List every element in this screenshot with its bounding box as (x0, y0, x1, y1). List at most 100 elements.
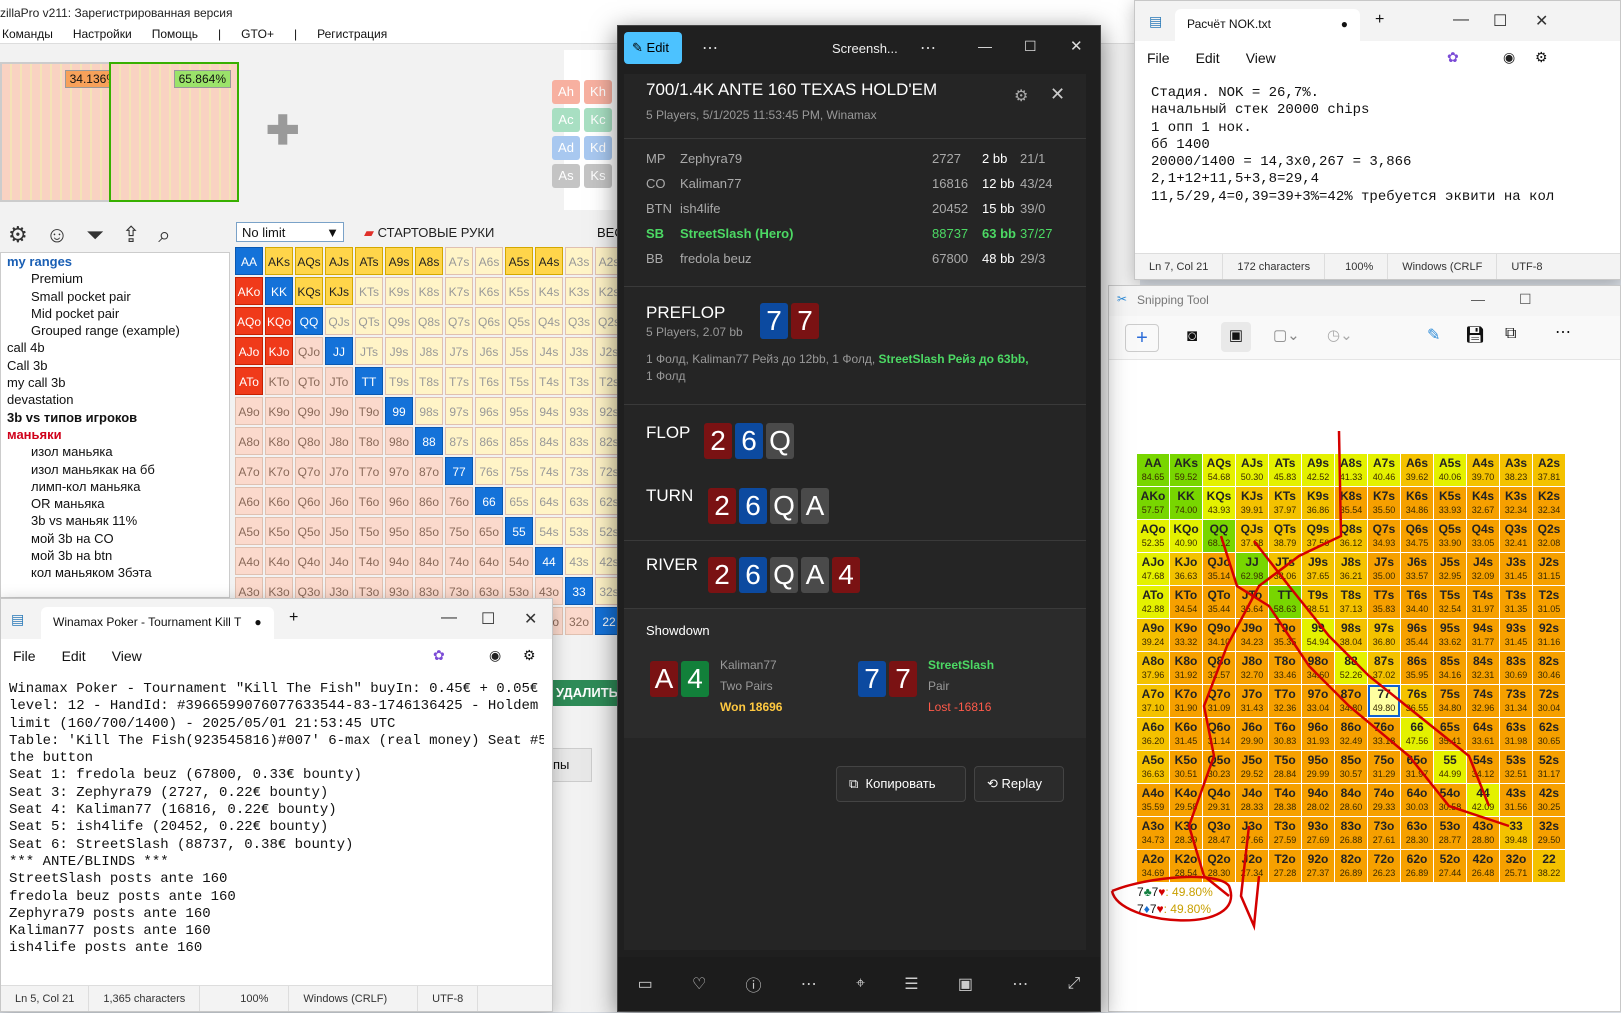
hand-cell[interactable]: QJs (325, 307, 353, 335)
tree-item[interactable]: Small pocket pair (1, 288, 229, 305)
tree-item[interactable]: 3b vs типов игроков (1, 409, 229, 426)
account-icon[interactable]: ◉ (489, 647, 501, 664)
hand-cell[interactable]: ATo (235, 367, 263, 395)
hand-cell[interactable]: A8o (235, 427, 263, 455)
hand-cell[interactable]: 76s (475, 457, 503, 485)
hand-cell[interactable]: J4o (325, 547, 353, 575)
tree-item[interactable]: Call 3b (1, 357, 229, 374)
hand-cell[interactable]: Q8s (415, 307, 443, 335)
hand-cell[interactable]: 95o (385, 517, 413, 545)
hand-cell[interactable]: Q5o (295, 517, 323, 545)
tree-item[interactable]: мой 3b на btn (1, 547, 229, 564)
close-icon[interactable]: ✕ (524, 609, 537, 629)
hand-cell[interactable]: 75s (505, 457, 533, 485)
hand-cell[interactable]: A4o (235, 547, 263, 575)
hand-cell[interactable]: J4s (535, 337, 563, 365)
hand-cell[interactable]: K5s (505, 277, 533, 305)
menu-item[interactable]: Команды (2, 27, 53, 43)
hand-cell[interactable]: K7o (265, 457, 293, 485)
hand-cell[interactable]: J5s (505, 337, 533, 365)
hand-cell[interactable]: KJo (265, 337, 293, 365)
hand-cell[interactable]: J6s (475, 337, 503, 365)
hand-cell[interactable]: 84s (535, 427, 563, 455)
hand-cell[interactable]: 87o (415, 457, 443, 485)
hand-cell[interactable]: T4o (355, 547, 383, 575)
secondary-button[interactable]: пы (552, 748, 592, 782)
hand-cell[interactable]: K8o (265, 427, 293, 455)
hand-cell[interactable]: A9s (385, 247, 413, 275)
hand-cell[interactable]: 65o (475, 517, 503, 545)
more-icon[interactable]: ⋯ (920, 38, 936, 58)
hand-cell[interactable]: Q7o (295, 457, 323, 485)
hand-cell[interactable]: 53s (565, 517, 593, 545)
hand-cell[interactable]: A5s (505, 247, 533, 275)
hand-cell[interactable]: J6o (325, 487, 353, 515)
hand-cell[interactable]: K8s (415, 277, 443, 305)
tree-item[interactable]: 3b vs маньяк 11% (1, 512, 229, 529)
hand-cell[interactable]: AQo (235, 307, 263, 335)
hand-cell[interactable]: K5o (265, 517, 293, 545)
menu-item[interactable]: Помощь (152, 27, 198, 43)
hand-cell[interactable]: K6o (265, 487, 293, 515)
new-tab-icon[interactable]: + (1375, 11, 1384, 29)
hand-cell[interactable]: T8o (355, 427, 383, 455)
hand-cell[interactable]: J5o (325, 517, 353, 545)
hand-cell[interactable]: QTo (295, 367, 323, 395)
hand-cell[interactable]: T3s (565, 367, 593, 395)
hand-cell[interactable]: Q9o (295, 397, 323, 425)
hand-cell[interactable]: 64o (475, 547, 503, 575)
hand-cell[interactable]: K6s (475, 277, 503, 305)
menu-item[interactable]: Регистрация (317, 27, 387, 43)
minimize-icon[interactable]: — (1453, 11, 1469, 29)
copy-button[interactable]: ⧉ Копировать (836, 766, 966, 802)
hand-cell[interactable]: T6s (475, 367, 503, 395)
copilot-icon[interactable]: ✿ (433, 647, 445, 664)
hand-cell[interactable]: 75o (445, 517, 473, 545)
hand-cell[interactable]: K4s (535, 277, 563, 305)
account-icon[interactable]: ◉ (1503, 49, 1515, 66)
hand-cell[interactable]: QQ (295, 307, 323, 335)
hand-cell[interactable]: T7o (355, 457, 383, 485)
close-icon[interactable]: ✕ (1050, 84, 1065, 105)
hand-cell[interactable]: Q7s (445, 307, 473, 335)
hand-cell[interactable]: 66 (475, 487, 503, 515)
limit-select[interactable]: No limit ▼ (236, 222, 344, 242)
hand-cell[interactable]: AQs (295, 247, 323, 275)
hand-cell[interactable]: A7s (445, 247, 473, 275)
gear-icon[interactable]: ⚙ (8, 222, 28, 250)
copilot-icon[interactable]: ✿ (1447, 49, 1459, 66)
minimize-icon[interactable]: — (978, 38, 992, 54)
more-icon[interactable]: ⋯ (1012, 974, 1028, 994)
tree-item[interactable]: маньяки (1, 426, 229, 443)
hand-cell[interactable]: J9o (325, 397, 353, 425)
hand-cell[interactable]: 94o (385, 547, 413, 575)
hand-cell[interactable]: JJ (325, 337, 353, 365)
menu-edit[interactable]: Edit (62, 648, 86, 673)
filmstrip-icon[interactable]: ▭ (638, 974, 653, 994)
menu-item[interactable]: Настройки (73, 27, 132, 43)
settings-icon[interactable]: ⚙ (1535, 49, 1548, 66)
filter-icon[interactable]: ⏷ (86, 222, 104, 250)
hand-cell[interactable]: 32o (565, 607, 593, 635)
tree-item[interactable]: мой 3b на CO (1, 530, 229, 547)
tree-item[interactable]: лимп-кол маньяка (1, 478, 229, 495)
hand-cell[interactable]: AA (235, 247, 263, 275)
hand-cell[interactable]: 87s (445, 427, 473, 455)
search-icon[interactable]: ⌕ (158, 222, 170, 250)
hand-cell[interactable]: AJo (235, 337, 263, 365)
hand-cell[interactable]: 54s (535, 517, 563, 545)
hand-cell[interactable]: J7s (445, 337, 473, 365)
tree-item[interactable]: Grouped range (example) (1, 322, 229, 339)
hand-cell[interactable]: 94s (535, 397, 563, 425)
fullscreen-icon[interactable]: ⤢ (1067, 975, 1080, 993)
hand-cell[interactable]: T9s (385, 367, 413, 395)
close-icon[interactable]: ✕ (1070, 37, 1083, 55)
hand-cell[interactable]: K4o (265, 547, 293, 575)
hand-cell[interactable]: A6o (235, 487, 263, 515)
user-icon[interactable]: ☺ (46, 222, 68, 250)
hand-cell[interactable]: QTs (355, 307, 383, 335)
suit-toggle[interactable]: Kd (584, 136, 612, 160)
menu-file[interactable]: File (1147, 50, 1170, 75)
tree-item[interactable]: Premium (1, 270, 229, 287)
hand-cell[interactable]: A8s (415, 247, 443, 275)
